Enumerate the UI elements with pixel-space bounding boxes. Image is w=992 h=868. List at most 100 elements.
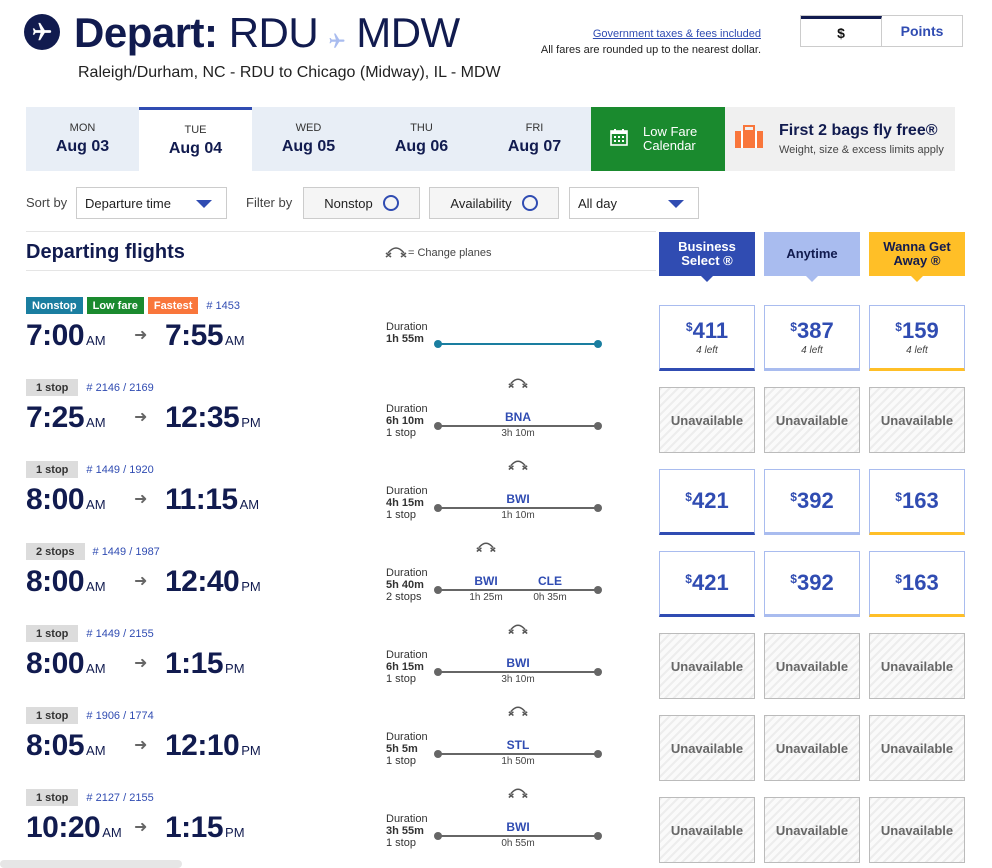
arrive-ampm: PM [225, 825, 245, 840]
airplane-icon [24, 14, 60, 50]
date-tab[interactable]: THU Aug 06 [365, 107, 478, 171]
fare-price: $392 [790, 570, 834, 595]
fare-unavailable: Unavailable [869, 387, 965, 453]
flight-badge: 2 stops [26, 543, 85, 560]
flight-numbers: # 2127 / 2155 [86, 791, 154, 804]
currency-toggle: $ Points [800, 15, 963, 47]
depart-time: 10:20 AM [26, 811, 122, 845]
route-end-dot [594, 504, 602, 512]
fare-button[interactable]: $163 [869, 469, 965, 535]
unavailable-text: Unavailable [670, 740, 744, 756]
date-tab-date: Aug 05 [281, 138, 336, 155]
flight-badges: 1 stop # 2146 / 2169 [26, 379, 154, 396]
flight-badges: Nonstop Low fare Fastest # 1453 [26, 297, 240, 314]
stop-marker[interactable]: CLE 0h 35m [520, 572, 580, 603]
date-tab-dow: TUE [184, 123, 207, 136]
duration-value: 3h 55m [386, 825, 424, 837]
duration-label: Duration [386, 649, 428, 661]
flight-badge: 1 stop [26, 625, 79, 642]
date-tab[interactable]: TUE Aug 04 [139, 107, 252, 171]
stop-marker[interactable]: BWI 3h 10m [488, 624, 548, 685]
stop-airport-code: BNA [502, 410, 534, 424]
route-start-dot [434, 668, 442, 676]
flight-row: Nonstop Low fare Fastest # 1453 7:00 AM ➜ 7:55 A… [26, 297, 966, 379]
horizontal-scrollbar[interactable] [0, 860, 182, 868]
points-toggle[interactable]: Points [882, 16, 962, 46]
arrive-ampm: PM [241, 579, 261, 594]
route-end-dot [594, 586, 602, 594]
fare-button[interactable]: $421 [659, 551, 755, 617]
date-tab[interactable]: FRI Aug 07 [478, 107, 591, 171]
fare-button[interactable]: $163 [869, 551, 965, 617]
duration-block: Duration 6h 15m 1 stop [386, 649, 428, 685]
depart-ampm: AM [86, 497, 106, 512]
fare-button[interactable]: $421 [659, 469, 755, 535]
route-end-dot [594, 750, 602, 758]
availability-filter[interactable]: Availability [429, 187, 559, 219]
duration-label: Duration [386, 403, 428, 415]
stop-marker[interactable]: BWI 0h 55m [488, 788, 548, 849]
fare-button[interactable]: $411 4 left [659, 305, 755, 371]
date-tabs: MON Aug 03 TUE Aug 04 WED Aug 05 THU Aug 06 FRI A… [26, 107, 591, 171]
fare-price-value: 163 [901, 570, 939, 595]
duration-block: Duration 3h 55m 1 stop [386, 813, 428, 849]
fare-button[interactable]: $159 4 left [869, 305, 965, 371]
flight-numbers: # 1449 / 1987 [92, 545, 160, 558]
depart-time: 8:00 AM [26, 565, 106, 599]
stop-airport-code: BWI [503, 492, 533, 506]
seats-left: 4 left [801, 345, 823, 356]
taxes-fees-link[interactable]: Government taxes & fees included [593, 28, 761, 40]
change-planes-legend: = Change planes [384, 243, 491, 262]
chevron-down-icon [196, 200, 212, 208]
stop-marker[interactable]: STL 1h 50m [488, 706, 548, 767]
stop-marker[interactable]: BWI 1h 10m [488, 460, 548, 521]
route-end-dot [594, 340, 602, 348]
low-fare-calendar-button[interactable]: Low Fare Calendar [591, 107, 725, 171]
fare-price-value: 163 [901, 488, 939, 513]
fare-unavailable: Unavailable [869, 633, 965, 699]
arrow-right-icon: ➜ [134, 819, 148, 836]
depart-time: 8:00 AM [26, 647, 106, 681]
route-start-dot [434, 340, 442, 348]
fare-button[interactable]: $387 4 left [764, 305, 860, 371]
fare-button[interactable]: $392 [764, 551, 860, 617]
page-title: Depart: RDU MDW [74, 10, 460, 59]
seats-left: 4 left [906, 345, 928, 356]
anytime-column-header: Anytime [764, 232, 860, 282]
unavailable-text: Unavailable [775, 658, 849, 674]
flight-badge: Low fare [86, 297, 144, 314]
fare-price: $163 [895, 570, 939, 595]
date-tab[interactable]: MON Aug 03 [26, 107, 139, 171]
flight-numbers: # 1906 / 1774 [86, 709, 154, 722]
date-tab-dow: THU [410, 122, 433, 134]
route-line: BWI 0h 55m [434, 788, 602, 849]
flight-badge: Fastest [147, 297, 199, 314]
nonstop-filter[interactable]: Nonstop [303, 187, 420, 219]
arrive-time-value: 7:55 [165, 319, 224, 352]
stops-count: 1 stop [386, 673, 416, 685]
layover-duration: 0h 35m [533, 592, 567, 603]
date-tab[interactable]: WED Aug 05 [252, 107, 365, 171]
flight-numbers: # 2146 / 2169 [86, 381, 154, 394]
dollars-toggle[interactable]: $ [801, 16, 882, 46]
time-of-day-select[interactable]: All day [569, 187, 699, 219]
stop-marker[interactable]: BWI 1h 25m [456, 542, 516, 603]
flight-badge: 1 stop [26, 461, 79, 478]
flight-row: 1 stop # 1449 / 2155 8:00 AM ➜ 1:15 PM Duration… [26, 624, 966, 707]
sort-select[interactable]: Departure time [76, 187, 227, 219]
fare-unavailable: Unavailable [659, 387, 755, 453]
stop-marker[interactable]: BNA 3h 10m [488, 378, 548, 439]
rounding-note: All fares are rounded up to the nearest … [540, 44, 761, 56]
chevron-down-icon [668, 200, 684, 208]
unavailable-text: Unavailable [670, 412, 744, 428]
fare-unavailable: Unavailable [764, 633, 860, 699]
fare-notes: Government taxes & fees included All far… [541, 26, 761, 58]
depart-ampm: AM [86, 743, 106, 758]
route-end-dot [594, 832, 602, 840]
unavailable-text: Unavailable [880, 822, 954, 838]
depart-time-value: 8:05 [26, 729, 85, 762]
duration-label: Duration [386, 567, 428, 579]
fare-button[interactable]: $392 [764, 469, 860, 535]
depart-ampm: AM [102, 825, 122, 840]
depart-time: 7:00 AM [26, 319, 106, 353]
